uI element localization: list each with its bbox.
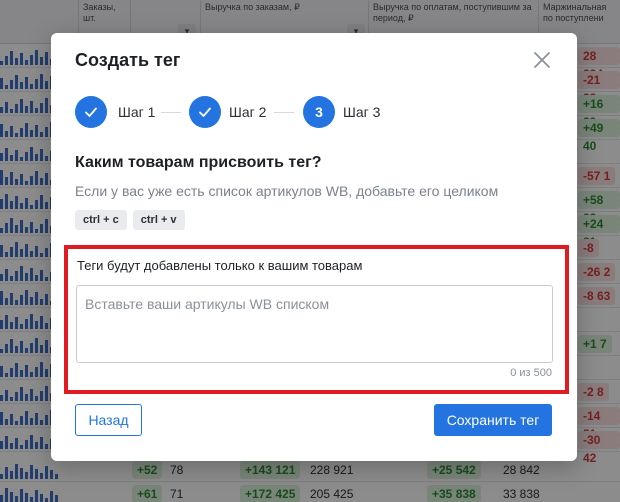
step-divider [161,112,181,113]
key-copy: ctrl + c [75,210,127,230]
step-3-circle: 3 [303,96,335,128]
check-icon [85,107,97,117]
char-counter: 0 из 500 [510,367,552,379]
step-divider [274,112,294,113]
articles-field-label: Теги будут добавлены только к вашим това… [77,258,363,273]
step-2-label: Шаг 2 [229,104,267,120]
step-1-label: Шаг 1 [118,104,156,120]
check-icon [199,107,211,117]
back-button[interactable]: Назад [75,404,142,436]
create-tag-modal: Создать тег Шаг 1 Шаг 2 3 Шаг 3 Каким то… [51,33,577,461]
close-button[interactable] [531,49,553,71]
section-question: Каким товарам присвоить тег? [75,154,322,171]
step-3-label: Шаг 3 [343,104,381,120]
save-tag-button[interactable]: Сохранить тег [434,404,552,436]
close-icon [534,52,550,68]
shortcut-keys: ctrl + c ctrl + v [75,210,185,230]
section-hint: Если у вас уже есть список артикулов WB,… [75,183,499,199]
step-1-circle [75,96,107,128]
step-2-circle [189,96,221,128]
stepper: Шаг 1 Шаг 2 3 Шаг 3 [75,96,415,128]
modal-title: Создать тег [75,50,181,70]
articles-textarea[interactable] [76,285,553,363]
key-paste: ctrl + v [132,210,185,230]
